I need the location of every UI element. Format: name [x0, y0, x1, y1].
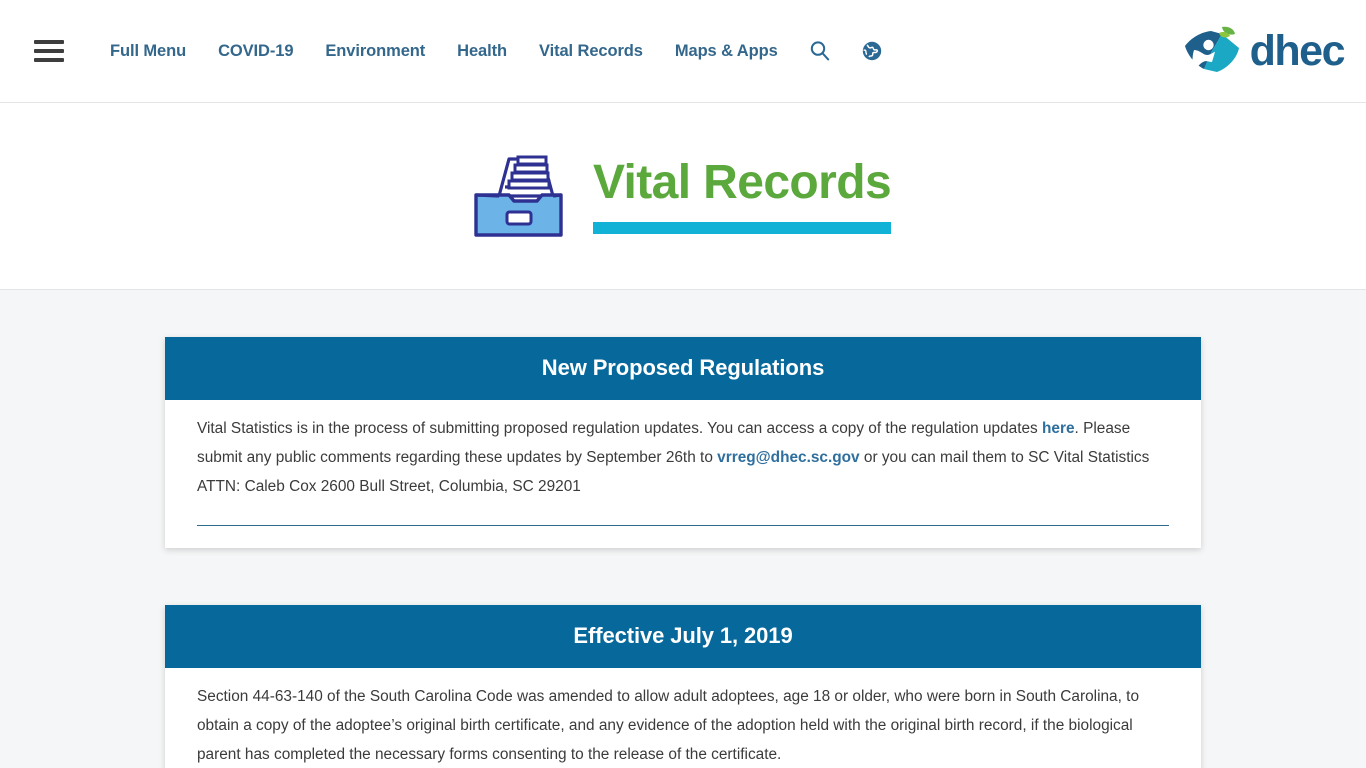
card-effective-july-1-2019: Effective July 1, 2019 Section 44-63-140…: [165, 605, 1201, 768]
card-new-proposed-regulations: New Proposed Regulations Vital Statistic…: [165, 337, 1201, 548]
card-body: Vital Statistics is in the process of su…: [165, 400, 1201, 548]
page-title: Vital Records: [592, 156, 892, 210]
hamburger-bar: [34, 58, 64, 62]
card-header: Effective July 1, 2019: [165, 605, 1201, 668]
nav-health[interactable]: Health: [441, 37, 523, 66]
top-navigation-bar: Full Menu COVID-19 Environment Health Vi…: [0, 0, 1366, 103]
page-title-banner: Vital Records: [0, 103, 1366, 290]
regulation-updates-link[interactable]: here: [1042, 420, 1075, 437]
nav-maps-and-apps[interactable]: Maps & Apps: [659, 37, 794, 66]
search-icon[interactable]: [794, 35, 846, 67]
nav-vital-records[interactable]: Vital Records: [523, 37, 659, 66]
main-content: New Proposed Regulations Vital Statistic…: [0, 290, 1366, 768]
nav-environment[interactable]: Environment: [309, 37, 441, 66]
hamburger-bar: [34, 40, 64, 44]
nav-covid-19[interactable]: COVID-19: [202, 37, 309, 66]
primary-nav-links: Full Menu COVID-19 Environment Health Vi…: [94, 35, 898, 67]
card-divider: [197, 525, 1169, 526]
card-text-segment: Vital Statistics is in the process of su…: [197, 420, 1043, 437]
card-body: Section 44-63-140 of the South Carolina …: [165, 668, 1201, 768]
file-drawer-icon: [474, 155, 563, 237]
nav-full-menu[interactable]: Full Menu: [94, 37, 202, 66]
page-title-underline: [592, 221, 892, 234]
globe-icon[interactable]: [846, 35, 898, 67]
dhec-logo-text: dhec: [1249, 26, 1346, 75]
card-paragraph: Section 44-63-140 of the South Carolina …: [197, 688, 1139, 763]
dhec-logo-mark: [1184, 26, 1239, 72]
dhec-logo[interactable]: dhec: [1182, 25, 1346, 77]
card-paragraph: Vital Statistics is in the process of su…: [197, 414, 1169, 501]
hamburger-bar: [34, 49, 64, 53]
card-header: New Proposed Regulations: [165, 337, 1201, 400]
vrreg-email-link[interactable]: vrreg@dhec.sc.gov: [717, 449, 859, 466]
hamburger-menu-icon[interactable]: [34, 40, 64, 62]
